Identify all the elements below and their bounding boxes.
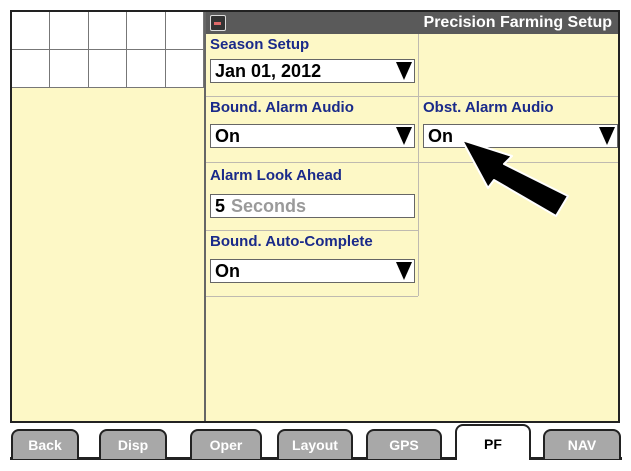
title-bar: Precision Farming Setup — [206, 12, 618, 34]
row-separator — [206, 96, 618, 97]
dropdown-arrow-icon — [396, 62, 412, 80]
grid-cell[interactable] — [127, 49, 166, 87]
tab-layout[interactable]: Layout — [277, 429, 353, 459]
dropdown-arrow-icon — [396, 127, 412, 145]
grid-cell[interactable] — [88, 49, 128, 87]
display-icon — [210, 15, 226, 31]
alarm-look-ahead-field: Alarm Look Ahead 5 Seconds — [206, 166, 418, 228]
season-setup-value: Jan 01, 2012 — [215, 61, 322, 81]
bound-auto-complete-label: Bound. Auto-Complete — [210, 233, 373, 250]
tab-back[interactable]: Back — [11, 429, 79, 459]
tab-nav[interactable]: NAV — [543, 429, 621, 459]
dropdown-arrow-icon — [599, 127, 615, 145]
bound-auto-complete-value: On — [215, 261, 240, 281]
season-setup-dropdown[interactable]: Jan 01, 2012 — [210, 59, 415, 83]
status-grid — [12, 12, 204, 88]
grid-cell[interactable] — [50, 49, 89, 87]
season-setup-label: Season Setup — [210, 36, 310, 53]
tab-oper[interactable]: Oper — [190, 429, 262, 459]
grid-cell[interactable] — [50, 12, 89, 50]
alarm-look-ahead-input[interactable]: 5 Seconds — [210, 194, 415, 218]
grid-cell[interactable] — [165, 49, 204, 87]
callout-arrow-icon — [461, 139, 569, 217]
grid-cell[interactable] — [12, 49, 51, 87]
alarm-look-ahead-label: Alarm Look Ahead — [210, 167, 342, 184]
alarm-look-ahead-text: 5 Seconds — [215, 196, 306, 217]
row-separator — [206, 230, 418, 231]
bound-alarm-audio-dropdown[interactable]: On — [210, 124, 415, 148]
grid-cell[interactable] — [88, 12, 128, 50]
column-separator — [418, 34, 419, 296]
row-separator — [206, 296, 418, 297]
obst-alarm-audio-label: Obst. Alarm Audio — [423, 99, 554, 116]
tab-bar: Back Disp Oper Layout GPS PF NAV — [10, 424, 622, 460]
tab-disp[interactable]: Disp — [99, 429, 167, 459]
bound-alarm-audio-label: Bound. Alarm Audio — [210, 99, 354, 116]
obst-alarm-audio-value: On — [428, 126, 453, 146]
grid-cell[interactable] — [127, 12, 166, 50]
tab-pf[interactable]: PF — [455, 424, 531, 460]
tab-gps[interactable]: GPS — [366, 429, 442, 459]
bound-alarm-audio-field: Bound. Alarm Audio On — [206, 98, 418, 158]
alarm-look-ahead-value: 5 — [215, 196, 226, 216]
grid-cell[interactable] — [165, 12, 204, 50]
season-setup-field: Season Setup Jan 01, 2012 — [206, 35, 418, 95]
bound-alarm-audio-value: On — [215, 126, 240, 146]
page-title: Precision Farming Setup — [423, 14, 612, 31]
grid-cell[interactable] — [12, 12, 51, 50]
alarm-look-ahead-unit: Seconds — [231, 196, 307, 216]
bound-auto-complete-dropdown[interactable]: On — [210, 259, 415, 283]
bound-auto-complete-field: Bound. Auto-Complete On — [206, 232, 418, 294]
dropdown-arrow-icon — [396, 262, 412, 280]
